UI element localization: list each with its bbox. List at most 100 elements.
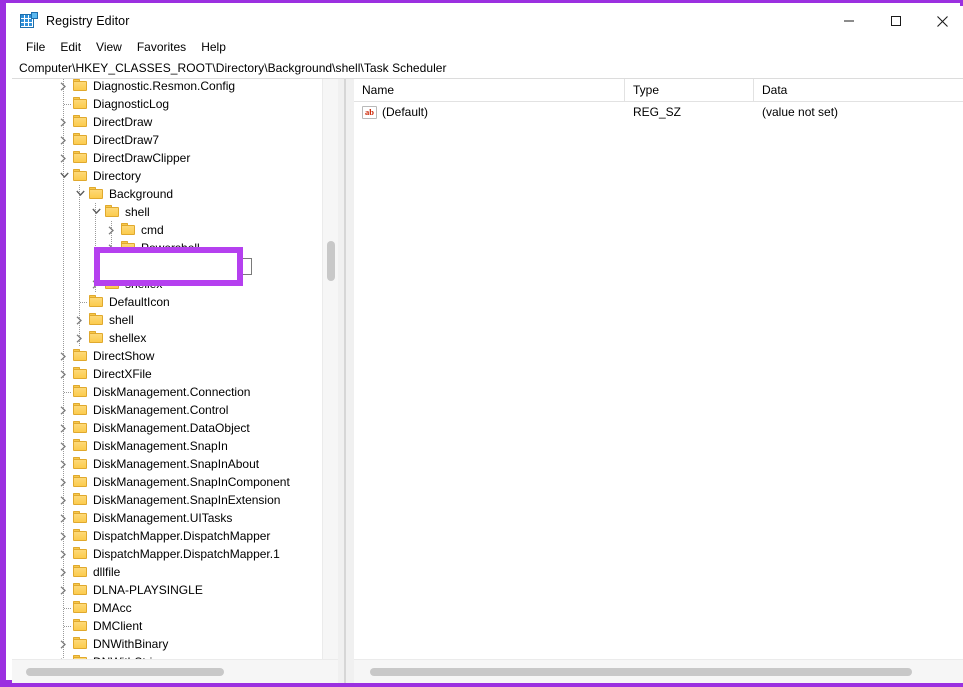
menu-favorites[interactable]: Favorites bbox=[130, 38, 194, 56]
column-header-name[interactable]: Name bbox=[354, 79, 625, 101]
tree-item-label: shell bbox=[109, 313, 134, 327]
chevron-right-icon[interactable] bbox=[56, 347, 72, 365]
tree-item-label: cmd bbox=[141, 223, 164, 237]
tree-item[interactable]: DiskManagement.Control bbox=[12, 401, 338, 419]
tree-vertical-scrollbar[interactable] bbox=[322, 79, 338, 659]
chevron-right-icon[interactable] bbox=[56, 455, 72, 473]
tree-item[interactable]: DefaultIcon bbox=[12, 293, 338, 311]
chevron-right-icon[interactable] bbox=[56, 365, 72, 383]
chevron-right-icon[interactable] bbox=[56, 527, 72, 545]
tree-item-label: shell bbox=[125, 205, 150, 219]
chevron-right-icon[interactable] bbox=[56, 581, 72, 599]
tree-item[interactable]: DiskManagement.DataObject bbox=[12, 419, 338, 437]
chevron-right-icon[interactable] bbox=[56, 437, 72, 455]
tree-item[interactable]: DirectDraw bbox=[12, 113, 338, 131]
folder-icon bbox=[72, 491, 89, 509]
tree-item[interactable]: DNWithBinary bbox=[12, 635, 338, 653]
tree-item[interactable]: dllfile bbox=[12, 563, 338, 581]
chevron-down-icon[interactable] bbox=[72, 185, 88, 203]
tree-item[interactable]: DirectDraw7 bbox=[12, 131, 338, 149]
close-button[interactable] bbox=[919, 6, 963, 36]
tree-item[interactable]: Diagnostic.Resmon.Config bbox=[12, 79, 338, 95]
tree-item[interactable]: DiskManagement.Connection bbox=[12, 383, 338, 401]
tree-item[interactable]: DispatchMapper.DispatchMapper.1 bbox=[12, 545, 338, 563]
maximize-button[interactable] bbox=[872, 6, 919, 36]
tree-item[interactable]: shell bbox=[12, 311, 338, 329]
tree-item[interactable]: DirectShow bbox=[12, 347, 338, 365]
menu-help[interactable]: Help bbox=[194, 38, 234, 56]
values-horizontal-scrollbar[interactable] bbox=[354, 659, 963, 683]
pane-splitter[interactable] bbox=[338, 79, 354, 683]
tree-item-label: Directory bbox=[93, 169, 142, 183]
tree-horizontal-scrollbar[interactable] bbox=[12, 659, 338, 683]
column-header-type[interactable]: Type bbox=[625, 79, 754, 101]
tree-item-label: DLNA-PLAYSINGLE bbox=[93, 583, 203, 597]
chevron-right-icon[interactable] bbox=[56, 419, 72, 437]
folder-icon bbox=[72, 473, 89, 491]
folder-icon bbox=[72, 635, 89, 653]
chevron-down-icon[interactable] bbox=[88, 203, 104, 221]
tree-item-label: DiskManagement.UITasks bbox=[93, 511, 233, 525]
chevron-right-icon[interactable] bbox=[56, 509, 72, 527]
tree-item[interactable]: cmd bbox=[12, 221, 338, 239]
menu-file[interactable]: File bbox=[19, 38, 53, 56]
values-column-header: Name Type Data bbox=[354, 79, 963, 102]
chevron-right-icon[interactable] bbox=[56, 131, 72, 149]
window-title: Registry Editor bbox=[46, 14, 130, 28]
menu-edit[interactable]: Edit bbox=[53, 38, 89, 56]
tree-item[interactable]: DMAcc bbox=[12, 599, 338, 617]
tree-item[interactable]: DiskManagement.SnapInExtension bbox=[12, 491, 338, 509]
values-horizontal-scroll-thumb[interactable] bbox=[370, 668, 912, 676]
column-header-data[interactable]: Data bbox=[754, 79, 963, 101]
chevron-right-icon[interactable] bbox=[56, 113, 72, 131]
chevron-right-icon[interactable] bbox=[56, 635, 72, 653]
tree-item[interactable]: DispatchMapper.DispatchMapper bbox=[12, 527, 338, 545]
tree-item[interactable]: DLNA-PLAYSINGLE bbox=[12, 581, 338, 599]
folder-icon bbox=[72, 383, 89, 401]
value-data-cell: (value not set) bbox=[762, 105, 839, 119]
chevron-right-icon[interactable] bbox=[56, 79, 72, 95]
address-bar[interactable]: Computer\HKEY_CLASSES_ROOT\Directory\Bac… bbox=[12, 57, 963, 79]
chevron-right-icon[interactable] bbox=[56, 545, 72, 563]
tree-item[interactable]: DiskManagement.SnapInComponent bbox=[12, 473, 338, 491]
folder-icon bbox=[104, 203, 121, 221]
folder-icon bbox=[72, 149, 89, 167]
tree-horizontal-scroll-thumb[interactable] bbox=[26, 668, 224, 676]
chevron-right-icon[interactable] bbox=[56, 491, 72, 509]
tree-item-label: DispatchMapper.DispatchMapper bbox=[93, 529, 271, 543]
chevron-down-icon[interactable] bbox=[56, 167, 72, 185]
tree-item[interactable]: shellex bbox=[12, 329, 338, 347]
tree-vertical-scroll-thumb[interactable] bbox=[327, 241, 335, 281]
values-list: ab (Default) REG_SZ (value not set) bbox=[354, 102, 963, 122]
tree-item[interactable]: DiskManagement.SnapInAbout bbox=[12, 455, 338, 473]
tree-item[interactable]: DiskManagement.UITasks bbox=[12, 509, 338, 527]
chevron-right-icon[interactable] bbox=[56, 401, 72, 419]
tree-item[interactable]: shell bbox=[12, 203, 338, 221]
tree-item-label: DiskManagement.SnapInAbout bbox=[93, 457, 260, 471]
chevron-right-icon[interactable] bbox=[72, 329, 88, 347]
minimize-button[interactable] bbox=[825, 6, 872, 36]
chevron-right-icon[interactable] bbox=[104, 221, 120, 239]
chevron-right-icon[interactable] bbox=[72, 311, 88, 329]
folder-icon bbox=[120, 221, 137, 239]
menu-view[interactable]: View bbox=[89, 38, 130, 56]
tree-item[interactable]: DMClient bbox=[12, 617, 338, 635]
tree-item-label: DirectDrawClipper bbox=[93, 151, 191, 165]
registry-values-pane: Name Type Data ab (Default) REG_SZ (value n… bbox=[354, 79, 963, 683]
tree-item-label: shellex bbox=[109, 331, 147, 345]
chevron-right-icon[interactable] bbox=[56, 149, 72, 167]
chevron-right-icon[interactable] bbox=[56, 473, 72, 491]
tree-item[interactable]: DiskManagement.SnapIn bbox=[12, 437, 338, 455]
value-row[interactable]: ab (Default) REG_SZ (value not set) bbox=[354, 102, 963, 122]
tree-item[interactable]: DirectDrawClipper bbox=[12, 149, 338, 167]
tree-item[interactable]: Directory bbox=[12, 167, 338, 185]
chevron-right-icon[interactable] bbox=[56, 563, 72, 581]
tree-item[interactable]: DiagnosticLog bbox=[12, 95, 338, 113]
string-value-icon: ab bbox=[362, 105, 377, 119]
tree-item-label: dllfile bbox=[93, 565, 121, 579]
tree-item-label: DirectDraw7 bbox=[93, 133, 160, 147]
tree-item[interactable]: Background bbox=[12, 185, 338, 203]
registry-path: Computer\HKEY_CLASSES_ROOT\Directory\Bac… bbox=[19, 60, 447, 75]
tree-item[interactable]: DirectXFile bbox=[12, 365, 338, 383]
folder-icon bbox=[72, 527, 89, 545]
